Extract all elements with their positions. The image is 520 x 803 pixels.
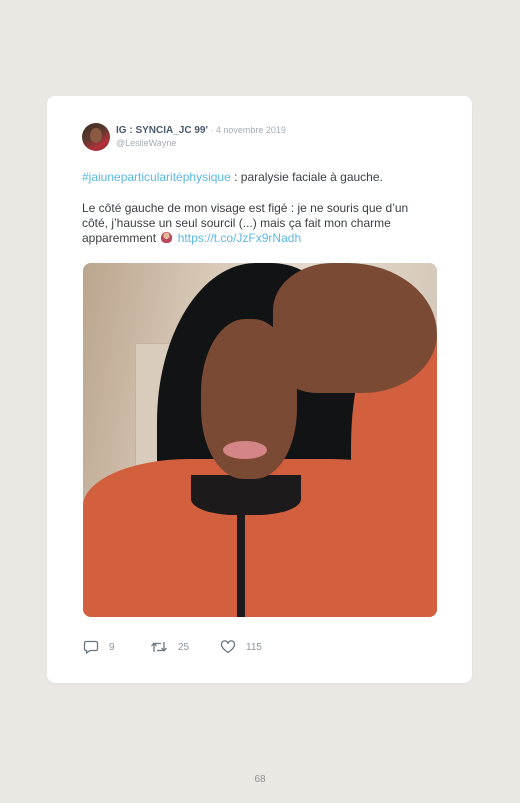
retweet-icon — [151, 642, 167, 652]
photo-lips — [223, 441, 267, 459]
tweet-card: IG : SYNCIA_JC 99' · 4 novembre 2019 @Le… — [47, 96, 472, 683]
tweet-link[interactable]: https://t.co/JzFx9rNadh — [178, 231, 301, 245]
page-number: 68 — [254, 774, 266, 785]
name-line: IG : SYNCIA_JC 99' · 4 novembre 2019 — [116, 125, 286, 136]
photo-zip — [237, 513, 245, 617]
person-gesturing-no-emoji-icon — [161, 232, 173, 243]
retweet-action[interactable]: 25 — [150, 638, 189, 656]
like-count: 115 — [246, 641, 262, 653]
like-action[interactable]: 115 — [220, 638, 262, 656]
tweet-photo[interactable] — [83, 263, 437, 617]
tweet-line-1: #jaiuneparticularitéphysique : paralysie… — [82, 170, 437, 185]
reply-action[interactable]: 9 — [83, 638, 115, 656]
reply-icon — [83, 640, 99, 654]
avatar-face — [90, 128, 102, 143]
tweet-line-1-text: : paralysie faciale à gauche. — [230, 170, 383, 184]
hashtag-link[interactable]: #jaiuneparticularitéphysique — [82, 170, 231, 184]
tweet-text: #jaiuneparticularitéphysique : paralysie… — [82, 170, 437, 246]
user-name[interactable]: IG : SYNCIA_JC 99' — [116, 125, 208, 136]
tweet-paragraph-2: Le côté gauche de mon visage est figé : … — [82, 201, 437, 246]
avatar[interactable] — [82, 123, 110, 151]
tweet-header: IG : SYNCIA_JC 99' · 4 novembre 2019 @Le… — [82, 123, 437, 155]
separator: · — [207, 125, 216, 135]
tweet-date[interactable]: 4 novembre 2019 — [216, 125, 286, 135]
user-handle[interactable]: @LeslieWayne — [116, 138, 176, 148]
tweet-actions: 9 25 115 — [83, 638, 383, 658]
reply-count: 9 — [109, 641, 115, 653]
heart-icon — [220, 640, 236, 654]
retweet-count: 25 — [178, 641, 190, 653]
photo-collar — [191, 475, 301, 515]
